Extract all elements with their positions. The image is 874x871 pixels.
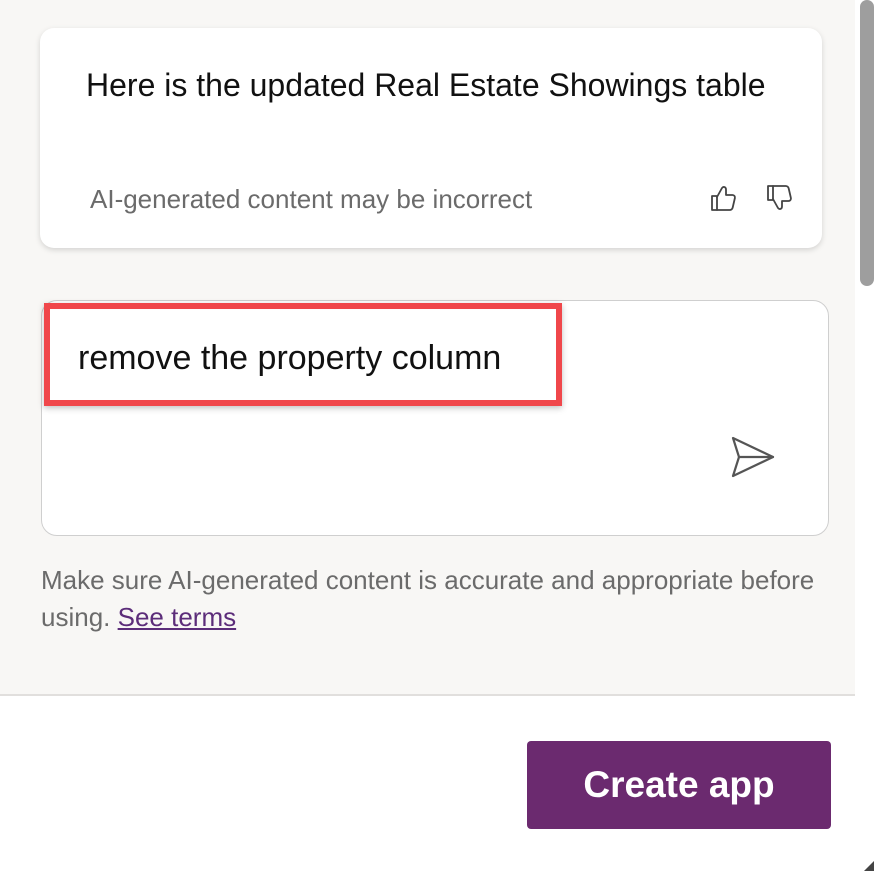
thumbs-up-icon [709,183,737,218]
send-icon [728,434,776,485]
thumbs-down-button[interactable] [762,182,796,218]
footer-disclaimer: Make sure AI-generated content is accura… [41,562,821,636]
create-app-button[interactable]: Create app [527,741,831,829]
thumbs-up-button[interactable] [706,182,740,218]
scrollbar-thumb[interactable] [860,0,874,286]
see-terms-link[interactable]: See terms [118,602,237,632]
thumbs-down-icon [765,183,793,218]
prompt-input-text[interactable]: remove the property column [78,339,501,378]
ai-response-card: Here is the updated Real Estate Showings… [40,28,822,248]
send-button[interactable] [724,432,780,486]
ai-response-message: Here is the updated Real Estate Showings… [86,67,766,103]
resize-corner [864,861,874,871]
prompt-input-box[interactable]: remove the property column [41,300,829,536]
ai-disclaimer-text: AI-generated content may be incorrect [90,184,533,214]
